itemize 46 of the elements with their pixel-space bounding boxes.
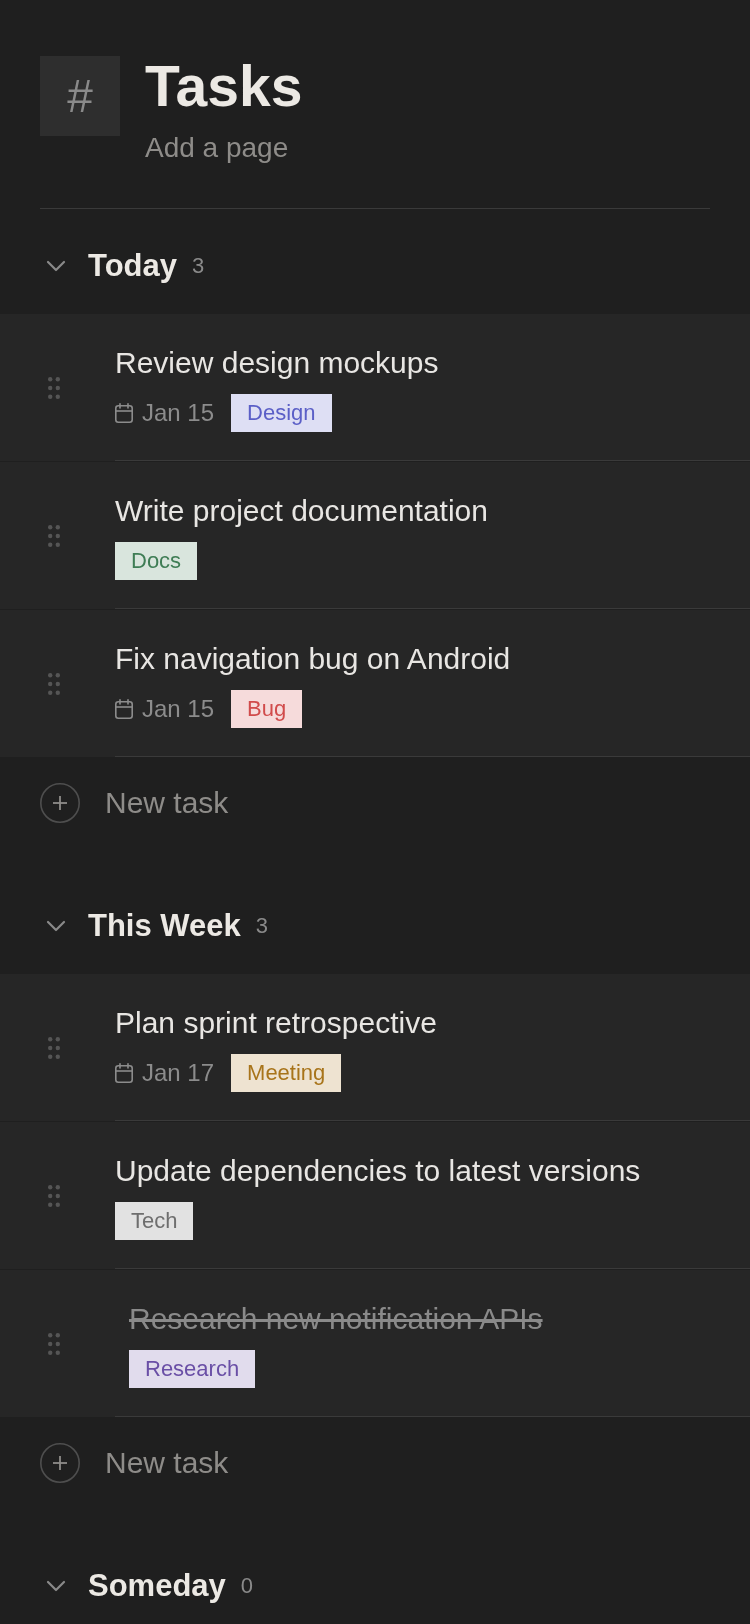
task-row[interactable]: Research new notification APIs Research [0,1270,750,1418]
drag-handle-icon[interactable] [48,376,60,399]
drag-handle-icon[interactable] [48,524,60,547]
chevron-icon[interactable] [46,260,66,272]
chevron-icon[interactable] [46,1580,66,1592]
plus-circle-icon [40,1443,80,1483]
drag-handle-icon[interactable] [48,672,60,695]
due-date: Jan 17 [142,1058,215,1088]
task-row[interactable]: Fix navigation bug on Android Jan 15 Bug [0,610,750,758]
task-tag: Design [231,394,332,432]
task-tag: Research [129,1350,256,1388]
chevron-icon[interactable] [46,920,66,932]
new-task-button[interactable]: New task [40,1443,229,1483]
task-count: 0 [240,1572,254,1600]
due-date: Jan 15 [142,398,215,428]
add-page-link[interactable]: Add a page [145,130,289,166]
calendar-icon [115,699,133,719]
task-title: Research new notification APIs [129,1301,544,1337]
task-title: Write project documentation [115,493,489,529]
task-tag: Bug [231,690,303,728]
section-title: Today [88,247,177,285]
drag-handle-icon[interactable] [48,1184,60,1207]
task-row[interactable]: Review design mockups Jan 15 Design [0,314,750,462]
due-date: Jan 15 [142,694,215,724]
drag-handle-icon[interactable] [48,1332,60,1355]
task-row[interactable]: Update dependencies to latest versions Tech [0,1122,750,1270]
section-title: This Week [88,907,241,945]
calendar-icon [115,403,133,423]
task-title: Update dependencies to latest versions [115,1153,642,1189]
calendar-icon [115,1063,133,1083]
new-task-button[interactable]: New task [40,783,229,823]
task-count: 3 [192,252,205,280]
page-icon: # [40,56,120,136]
drag-handle-icon[interactable] [48,1036,60,1059]
section-title: Someday [88,1567,226,1605]
task-title: Fix navigation bug on Android [115,641,512,677]
task-row[interactable]: Plan sprint retrospective Jan 17 Meeting [0,974,750,1122]
task-count: 3 [255,912,268,940]
task-title: Review design mockups [115,345,440,381]
task-title: Plan sprint retrospective [115,1005,438,1041]
task-tag: Docs [115,542,198,580]
task-row[interactable]: Write project documentation Docs [0,462,750,610]
plus-circle-icon [40,783,80,823]
task-tag: Meeting [231,1054,342,1092]
page-title: Tasks [145,54,303,118]
task-tag: Tech [115,1202,194,1240]
